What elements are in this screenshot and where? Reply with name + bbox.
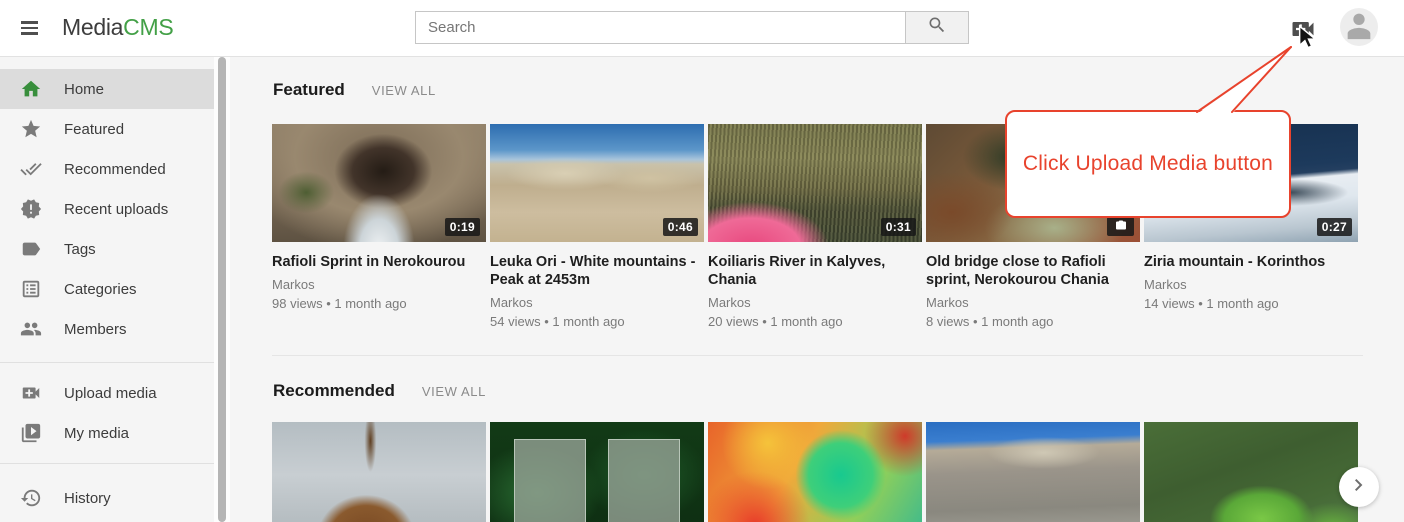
upload-media-button[interactable] [1289, 15, 1317, 43]
logo-cms: CMS [123, 14, 173, 40]
recommended-cards-row [272, 422, 1358, 522]
media-meta: 8 views • 1 month ago [926, 314, 1140, 330]
sidebar-item-my-media[interactable]: My media [0, 413, 214, 453]
sidebar-group: Upload media My media [0, 363, 214, 464]
sidebar-item-featured[interactable]: Featured [0, 109, 214, 149]
sidebar-item-recent-uploads[interactable]: Recent uploads [0, 189, 214, 229]
media-card[interactable] [1144, 422, 1358, 522]
sidebar-item-label: My media [64, 425, 129, 442]
media-author[interactable]: Markos [708, 295, 922, 311]
carousel-next-button[interactable] [1339, 467, 1379, 507]
my-media-icon [20, 422, 42, 444]
sidebar-item-tags[interactable]: Tags [0, 229, 214, 269]
sidebar-item-label: Featured [64, 121, 124, 138]
history-icon [20, 487, 42, 509]
video-thumbnail[interactable] [1144, 422, 1358, 522]
media-meta: 20 views • 1 month ago [708, 314, 922, 330]
media-title[interactable]: Old bridge close to Rafioli sprint, Nero… [926, 253, 1140, 289]
home-icon [20, 78, 42, 100]
section-title-featured: Featured [273, 80, 345, 100]
sidebar-item-label: Recent uploads [64, 201, 168, 218]
media-title[interactable]: Koiliaris River in Kalyves, Chania [708, 253, 922, 289]
sidebar-item-label: History [64, 490, 111, 507]
search-input[interactable] [415, 11, 905, 44]
sidebar-item-label: Recommended [64, 161, 166, 178]
duration-badge: 0:27 [1317, 218, 1352, 236]
search-bar [415, 11, 969, 44]
media-card[interactable] [272, 422, 486, 522]
video-thumbnail[interactable] [708, 422, 922, 522]
media-author[interactable]: Markos [926, 295, 1140, 311]
sidebar-item-label: Tags [64, 241, 96, 258]
sidebar-scroll-track [214, 57, 230, 522]
sidebar-item-label: Upload media [64, 385, 157, 402]
duration-badge: 0:31 [881, 218, 916, 236]
section-title-recommended: Recommended [273, 381, 395, 401]
media-meta: 54 views • 1 month ago [490, 314, 704, 330]
sidebar-item-members[interactable]: Members [0, 309, 214, 349]
sidebar-scrollbar[interactable] [218, 57, 226, 522]
hamburger-menu-button[interactable] [18, 17, 40, 39]
recommended-section-header: Recommended VIEW ALL [273, 381, 486, 401]
annotation-text: Click Upload Media button [1023, 152, 1273, 176]
sidebar-item-label: Home [64, 81, 104, 98]
video-thumbnail[interactable] [926, 422, 1140, 522]
logo-media: Media [62, 14, 123, 40]
media-author[interactable]: Markos [1144, 277, 1358, 293]
sidebar-item-label: Categories [64, 281, 137, 298]
logo[interactable]: MediaCMS [62, 14, 173, 41]
media-card[interactable]: 0:46 Leuka Ori - White mountains - Peak a… [490, 124, 704, 330]
media-meta: 98 views • 1 month ago [272, 296, 486, 312]
featured-section-header: Featured VIEW ALL [273, 80, 436, 100]
video-thumbnail[interactable]: 0:31 [708, 124, 922, 242]
media-title[interactable]: Ziria mountain - Korinthos [1144, 253, 1358, 271]
video-thumbnail[interactable] [490, 422, 704, 522]
photo-badge [1107, 217, 1134, 236]
media-card[interactable]: 0:31 Koiliaris River in Kalyves, Chania Ma… [708, 124, 922, 330]
topbar: MediaCMS [0, 0, 1404, 57]
sidebar-nav: Home Featured Recommended Recent uploads Tag… [0, 57, 214, 522]
double-check-icon [20, 158, 42, 180]
sidebar-item-categories[interactable]: Categories [0, 269, 214, 309]
video-upload-icon [1289, 30, 1317, 47]
chevron-right-icon [1347, 473, 1371, 502]
featured-view-all-link[interactable]: VIEW ALL [372, 83, 436, 98]
search-icon [927, 15, 947, 40]
upload-media-icon [20, 382, 42, 404]
media-title[interactable]: Leuka Ori - White mountains - Peak at 24… [490, 253, 704, 289]
user-avatar[interactable] [1340, 8, 1378, 46]
media-card[interactable] [708, 422, 922, 522]
search-button[interactable] [905, 11, 969, 44]
recommended-view-all-link[interactable]: VIEW ALL [422, 384, 486, 399]
sidebar-item-label: Members [64, 321, 127, 338]
video-thumbnail[interactable]: 0:46 [490, 124, 704, 242]
categories-icon [20, 278, 42, 300]
media-card[interactable] [926, 422, 1140, 522]
camera-icon [1115, 218, 1127, 236]
media-title[interactable]: Rafioli Sprint in Nerokourou [272, 253, 486, 271]
section-divider [272, 355, 1363, 356]
mediacms-app: MediaCMS Home Featured Recommended Recent u… [0, 0, 1404, 522]
sidebar-item-history[interactable]: History [0, 478, 214, 518]
star-icon [20, 118, 42, 140]
video-thumbnail[interactable] [272, 422, 486, 522]
sidebar-group: History [0, 464, 214, 518]
media-author[interactable]: Markos [272, 277, 486, 293]
duration-badge: 0:19 [445, 218, 480, 236]
sidebar-group: Home Featured Recommended Recent uploads Tag… [0, 57, 214, 363]
sidebar-item-upload-media[interactable]: Upload media [0, 373, 214, 413]
video-thumbnail[interactable]: 0:19 [272, 124, 486, 242]
sidebar-item-home[interactable]: Home [0, 69, 214, 109]
members-icon [20, 318, 42, 340]
media-author[interactable]: Markos [490, 295, 704, 311]
duration-badge: 0:46 [663, 218, 698, 236]
new-releases-icon [20, 198, 42, 220]
media-card[interactable]: 0:19 Rafioli Sprint in Nerokourou Markos 98… [272, 124, 486, 330]
tag-icon [20, 238, 42, 260]
annotation-callout: Click Upload Media button [1005, 110, 1291, 218]
sidebar-item-recommended[interactable]: Recommended [0, 149, 214, 189]
media-card[interactable] [490, 422, 704, 522]
person-icon [1342, 8, 1376, 46]
media-meta: 14 views • 1 month ago [1144, 296, 1358, 312]
